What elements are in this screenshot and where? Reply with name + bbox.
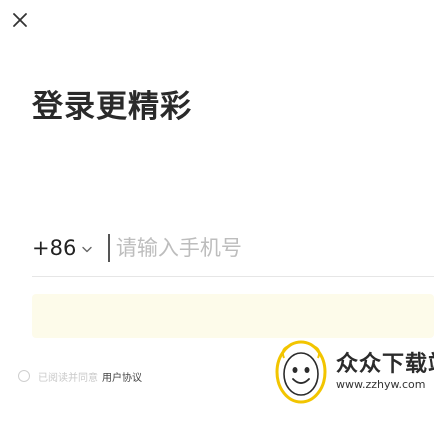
agreement-row: 已阅读并同意 用户协议 [18, 366, 142, 386]
phone-number-input[interactable] [115, 236, 376, 260]
agreement-checkbox[interactable] [18, 370, 30, 382]
close-icon [13, 13, 27, 27]
phone-input-row: +86 [32, 224, 434, 272]
text-cursor [108, 234, 110, 262]
smiley-logo-icon [275, 340, 327, 404]
close-button[interactable] [6, 6, 34, 34]
login-screen: 登录更精彩 +86 已阅读并同意 用户协议 众众下载站 www.zzhyw.co… [0, 0, 434, 441]
site-watermark: 众众下载站 www.zzhyw.com [270, 336, 434, 406]
login-button[interactable] [32, 294, 434, 338]
watermark-title: 众众下载站 [336, 352, 434, 377]
user-agreement-link[interactable]: 用户协议 [102, 369, 142, 384]
page-title: 登录更精彩 [32, 89, 192, 125]
chevron-down-icon [82, 246, 93, 252]
country-code-selector[interactable]: +86 [32, 236, 93, 260]
agreement-text: 已阅读并同意 [38, 372, 98, 384]
watermark-url: www.zzhyw.com [336, 378, 426, 391]
phone-input-divider [32, 276, 434, 277]
country-code-label: +86 [32, 236, 77, 260]
